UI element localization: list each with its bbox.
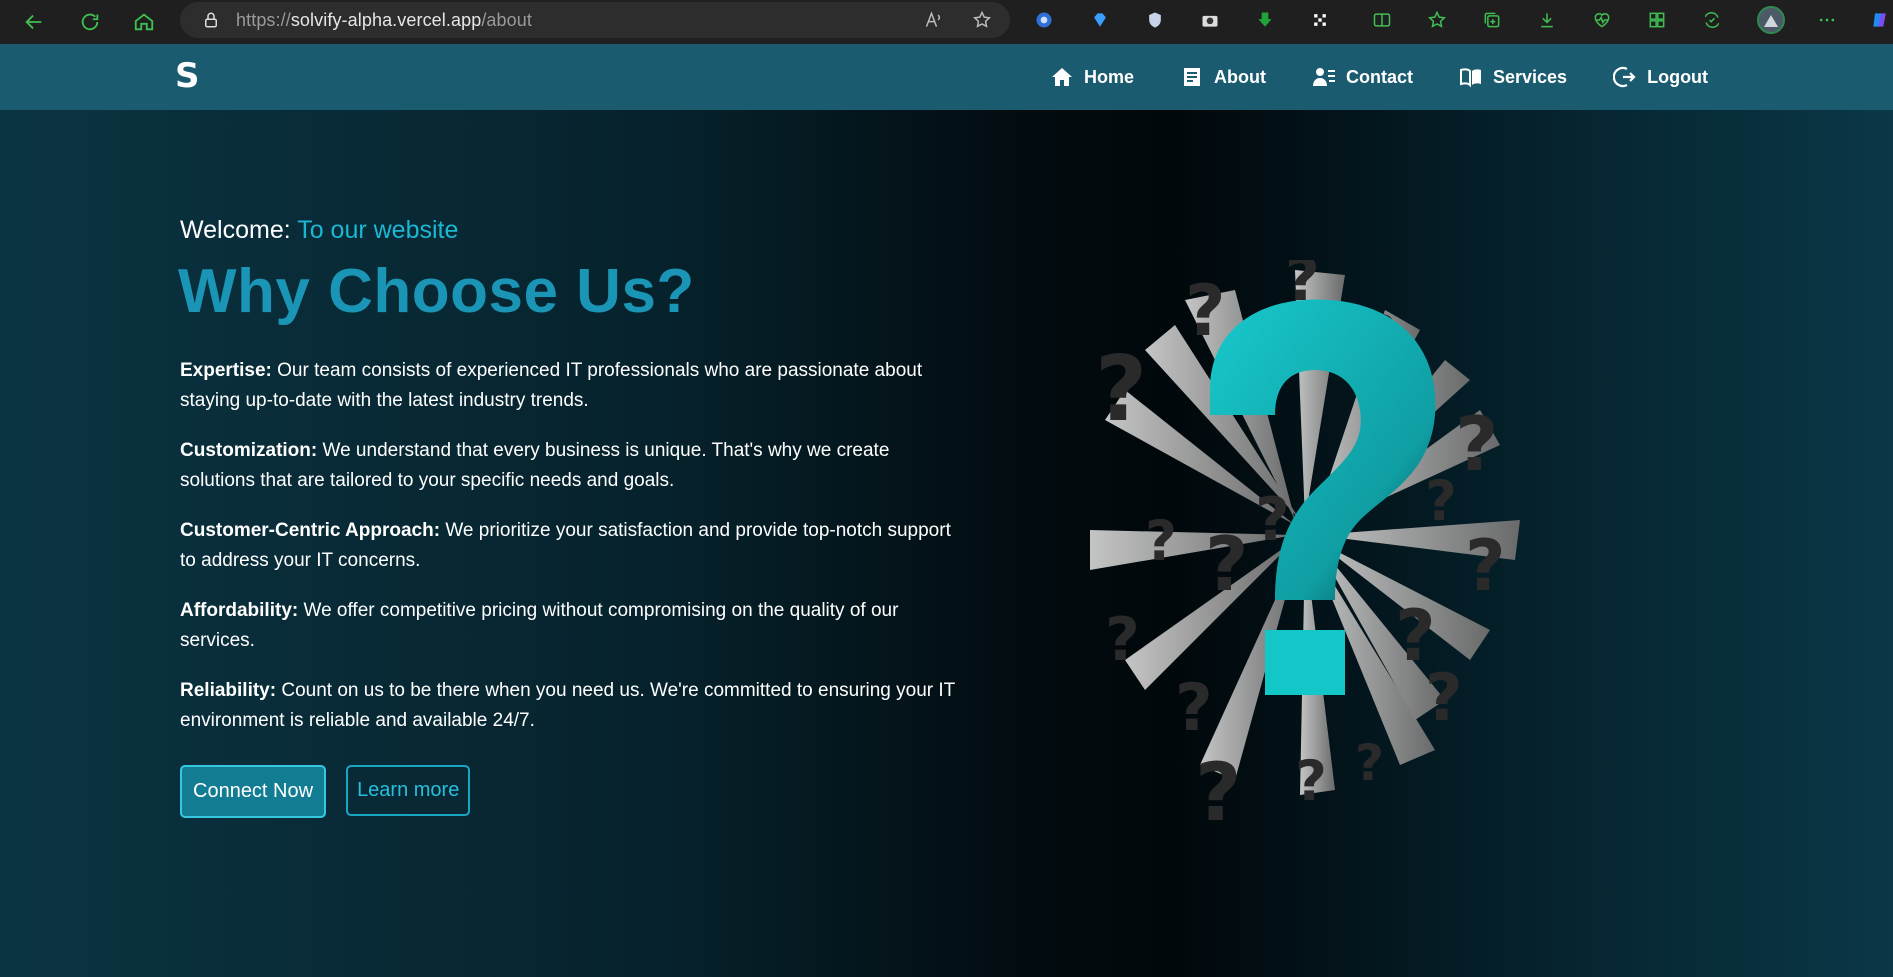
welcome-prefix: Welcome: xyxy=(180,216,291,244)
svg-text:?: ? xyxy=(1195,746,1241,820)
svg-text:?: ? xyxy=(1205,520,1249,608)
split-screen-icon[interactable] xyxy=(1370,8,1394,32)
svg-text:?: ? xyxy=(1095,337,1147,442)
svg-text:?: ? xyxy=(1145,509,1177,573)
feature-customer-centric: Customer-Centric Approach: We prioritize… xyxy=(180,516,960,576)
svg-text:?: ? xyxy=(1465,525,1506,607)
nav-services[interactable]: Services xyxy=(1459,65,1567,89)
feature-affordability: Affordability: We offer competitive pric… xyxy=(180,596,960,656)
feature-term: Customization: xyxy=(180,440,318,461)
page-title: Why Choose Us? xyxy=(178,257,695,326)
site-logo[interactable]: S xyxy=(175,56,200,96)
browser-toolbar: https://solvify-alpha.vercel.app/about xyxy=(0,0,1893,44)
nav-home-label: Home xyxy=(1084,66,1135,87)
extension-download-arrow-icon[interactable] xyxy=(1253,8,1277,32)
nav-about-label: About xyxy=(1214,66,1266,87)
learn-more-button[interactable]: Learn more xyxy=(346,765,471,816)
home-icon xyxy=(1052,68,1072,86)
nav-contact[interactable]: Contact xyxy=(1312,65,1413,89)
nav-logout-label: Logout xyxy=(1647,66,1709,87)
copilot-icon[interactable] xyxy=(1866,8,1893,32)
refresh-icon[interactable] xyxy=(70,2,110,42)
profile-avatar-icon[interactable] xyxy=(1756,5,1786,35)
back-icon[interactable] xyxy=(14,2,54,42)
svg-text:?: ? xyxy=(1105,605,1140,675)
nav-home[interactable]: Home xyxy=(1050,65,1134,89)
favorite-star-icon[interactable] xyxy=(972,10,992,30)
feature-text: Count on us to be there when you need us… xyxy=(180,680,955,731)
extension-grid-icon[interactable] xyxy=(1308,8,1332,32)
home-browser-icon[interactable] xyxy=(124,2,164,42)
svg-text:?: ? xyxy=(1425,661,1463,736)
feature-term: Customer-Centric Approach: xyxy=(180,520,441,541)
book-icon xyxy=(1460,68,1481,88)
feature-text: Our team consists of experienced IT prof… xyxy=(180,360,923,411)
lock-icon xyxy=(205,12,217,28)
extension-shield-icon[interactable] xyxy=(1143,8,1167,32)
address-bar[interactable]: https://solvify-alpha.vercel.app/about xyxy=(180,2,1010,38)
logout-icon xyxy=(1613,66,1636,88)
nav-about[interactable]: About xyxy=(1180,65,1266,89)
nav-logout[interactable]: Logout xyxy=(1613,65,1708,89)
url-text: https://solvify-alpha.vercel.app/about xyxy=(236,9,532,30)
performance-icon[interactable] xyxy=(1700,8,1724,32)
extensions-icon[interactable] xyxy=(1645,8,1669,32)
svg-text:?: ? xyxy=(1175,671,1213,746)
svg-text:?: ? xyxy=(1455,400,1499,488)
site-navbar: S Home About Contact Services Logout xyxy=(0,44,1893,110)
extension-circle-icon[interactable] xyxy=(1032,8,1056,32)
welcome-accent: To our website xyxy=(297,216,459,244)
hero-actions: Connect Now Learn more xyxy=(180,765,471,818)
extension-gem-icon[interactable] xyxy=(1088,8,1112,32)
downloads-icon[interactable] xyxy=(1535,8,1559,32)
document-icon xyxy=(1184,68,1201,86)
feature-customization: Customization: We understand that every … xyxy=(180,436,960,496)
read-aloud-icon[interactable] xyxy=(924,10,944,30)
collections-icon[interactable] xyxy=(1480,8,1504,32)
feature-term: Reliability: xyxy=(180,680,277,701)
feature-term: Expertise: xyxy=(180,360,272,381)
extension-camera-icon[interactable] xyxy=(1198,8,1222,32)
favorites-icon[interactable] xyxy=(1425,8,1449,32)
feature-term: Affordability: xyxy=(180,600,299,621)
contact-card-icon xyxy=(1313,68,1335,86)
browser-essentials-icon[interactable] xyxy=(1590,8,1614,32)
question-mark-illustration: ? ? ? ? ? ? ? ? ? ? ? ? ? ? ? ? ? xyxy=(1090,260,1520,820)
hero-section: Welcome: To our website Why Choose Us? E… xyxy=(0,110,1893,977)
nav-services-label: Services xyxy=(1493,66,1568,87)
connect-now-button[interactable]: Connect Now xyxy=(180,765,327,818)
more-options-icon[interactable] xyxy=(1815,8,1839,32)
svg-text:?: ? xyxy=(1355,734,1384,792)
nav-links: Home About Contact Services Logout xyxy=(1050,44,1754,110)
feature-reliability: Reliability: Count on us to be there whe… xyxy=(180,676,960,736)
svg-text:?: ? xyxy=(1425,469,1457,533)
feature-expertise: Expertise: Our team consists of experien… xyxy=(180,356,960,416)
welcome-line: Welcome: To our website xyxy=(180,216,458,245)
svg-text:?: ? xyxy=(1295,749,1327,813)
feature-list: Expertise: Our team consists of experien… xyxy=(180,356,960,756)
nav-contact-label: Contact xyxy=(1346,66,1413,87)
svg-text:?: ? xyxy=(1185,270,1226,352)
